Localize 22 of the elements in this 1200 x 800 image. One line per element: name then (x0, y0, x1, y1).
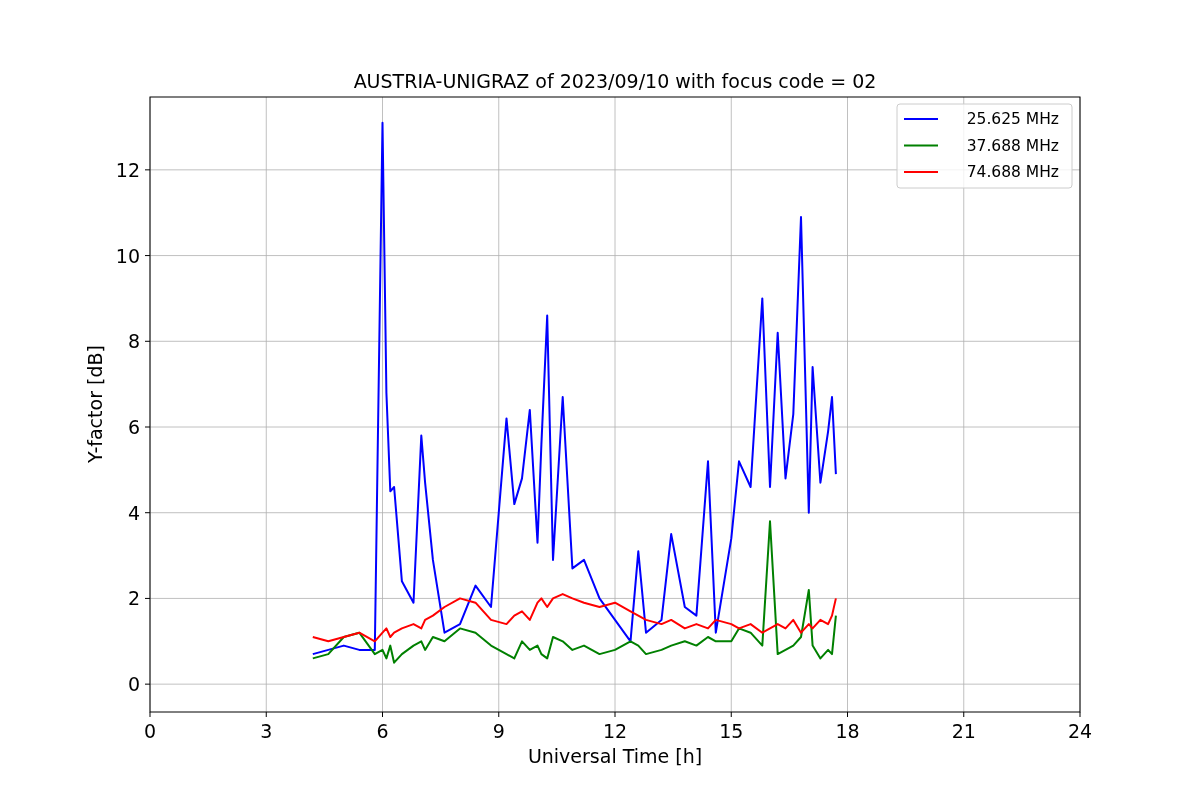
y-tick-label: 4 (127, 501, 140, 524)
x-tick-label: 0 (143, 720, 157, 742)
legend-label: 37.688 MHz (966, 136, 1059, 155)
x-tick-label: 18 (835, 720, 860, 742)
chart-title: AUSTRIA-UNIGRAZ of 2023/09/10 with focus code = 02 (353, 70, 877, 92)
x-axis-label: Universal Time [h] (527, 745, 703, 767)
x-tick-label: 24 (1067, 720, 1093, 742)
y-tick-label: 10 (115, 244, 140, 267)
y-tick-label: 12 (115, 158, 140, 181)
x-tick-label: 9 (492, 720, 505, 742)
y-tick-label: 6 (127, 416, 140, 438)
y-tick-label: 2 (127, 587, 140, 610)
y-axis-label: Y-factor [dB] (84, 345, 106, 463)
x-tick-label: 21 (951, 720, 976, 742)
x-tick-label: 12 (602, 720, 628, 742)
y-tick-label: 8 (127, 330, 140, 353)
x-tick-label: 15 (719, 720, 744, 742)
x-tick-label: 3 (260, 720, 273, 742)
x-tick-label: 6 (376, 720, 389, 742)
y-tick-label: 0 (127, 673, 140, 696)
legend-label: 74.688 MHz (966, 163, 1059, 181)
legend-label: 25.625 MHz (966, 110, 1059, 128)
